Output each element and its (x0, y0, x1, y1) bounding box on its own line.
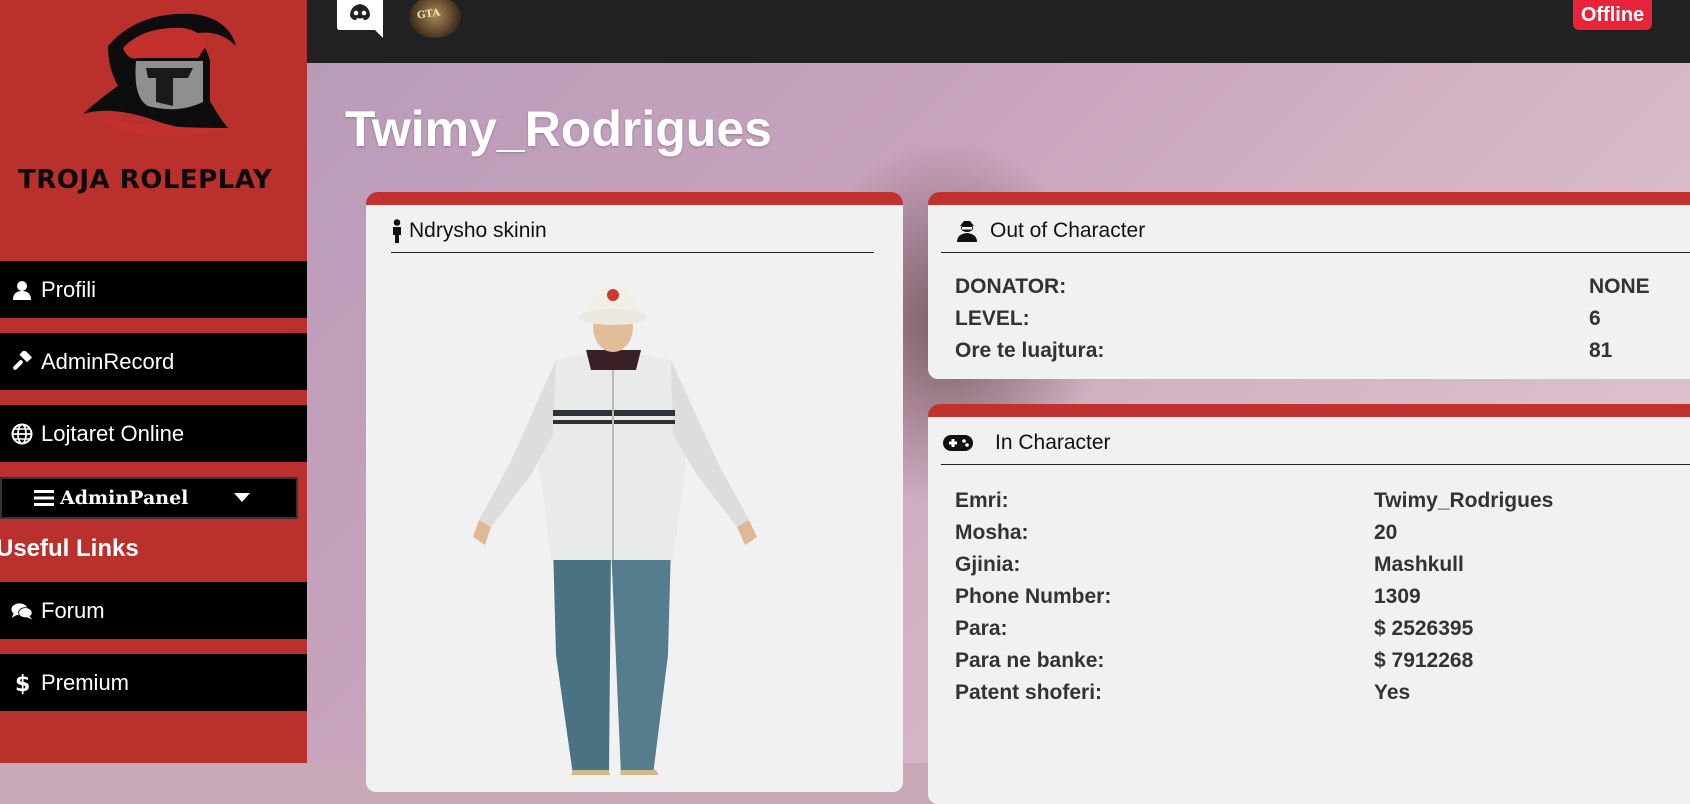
nav-item-label: Forum (41, 597, 105, 623)
admin-panel-dropdown[interactable]: AdminPanel (0, 477, 298, 519)
ic-labels: Emri: Mosha: Gjinia: Phone Number: Para:… (955, 485, 1111, 709)
age-value: 20 (1374, 521, 1398, 544)
gta-icon-text: GTA (416, 7, 441, 22)
bank-money-value: $ 7912268 (1374, 649, 1474, 672)
discord-icon[interactable] (337, 0, 383, 38)
age-label: Mosha: (955, 521, 1029, 544)
phone-label: Phone Number: (955, 585, 1112, 608)
hours-played-value: 81 (1589, 339, 1613, 362)
driver-license-value: Yes (1374, 681, 1411, 704)
comments-icon (11, 600, 33, 622)
spartan-helmet-logo (83, 13, 236, 136)
person-icon (391, 218, 403, 243)
donator-value: NONE (1589, 275, 1650, 298)
svg-text:$: $ (15, 672, 30, 695)
nav-item-label: AdminRecord (41, 348, 175, 374)
driver-license-label: Patent shoferi: (955, 681, 1103, 704)
ic-card: In Character Emri: Mosha: Gjinia: Phone … (928, 404, 1690, 804)
gamepad-icon (943, 434, 973, 452)
status-badge: Offline (1573, 0, 1652, 30)
bars-icon (34, 489, 54, 507)
ooc-card-header: Out of Character (941, 209, 1690, 253)
player-skin-image (473, 286, 757, 775)
gender-label: Gjinia: (955, 553, 1021, 576)
ic-card-title: In Character (995, 430, 1111, 454)
dollar-icon: $ (11, 672, 33, 695)
nav-item-label: Premium (41, 669, 130, 695)
nav-item-label: Lojtaret Online (41, 420, 185, 446)
level-value: 6 (1589, 307, 1601, 330)
phone-value: 1309 (1374, 585, 1421, 608)
level-label: LEVEL: (955, 307, 1030, 330)
globe-icon (11, 423, 33, 445)
topbar: GTA (307, 0, 1690, 63)
page-title: Twimy_Rodrigues (345, 101, 772, 157)
nav-item-adminrecord[interactable]: AdminRecord (0, 333, 307, 390)
nav-item-lojtaret-online[interactable]: Lojtaret Online (0, 405, 307, 462)
brand-name: TROJA ROLEPLAY (18, 165, 273, 195)
ooc-card-title: Out of Character (990, 218, 1146, 242)
sidebar: TROJA ROLEPLAY Profili AdminRecord Lojta… (0, 0, 307, 763)
useful-links-heading: Useful Links (0, 535, 139, 562)
skin-card-title: Ndrysho skinin (409, 218, 547, 242)
nav-item-forum[interactable]: Forum (0, 582, 307, 639)
user-icon (11, 279, 33, 301)
ooc-values: NONE 6 81 (1589, 271, 1650, 367)
gender-value: Mashkull (1374, 553, 1464, 576)
gavel-icon (11, 350, 33, 373)
hours-played-label: Ore te luajtura: (955, 339, 1105, 362)
admin-panel-label: AdminPanel (60, 487, 189, 509)
chevron-down-icon (234, 493, 250, 502)
money-value: $ 2526395 (1374, 617, 1474, 640)
nav-item-profili[interactable]: Profili (0, 261, 307, 318)
bank-money-label: Para ne banke: (955, 649, 1105, 672)
name-value: Twimy_Rodrigues (1374, 489, 1554, 512)
ic-card-header: In Character (941, 421, 1690, 465)
name-label: Emri: (955, 489, 1009, 512)
gta-san-andreas-icon[interactable]: GTA (409, 0, 461, 38)
ic-values: Twimy_Rodrigues 20 Mashkull 1309 $ 25263… (1374, 485, 1553, 709)
donator-label: DONATOR: (955, 275, 1067, 298)
nav-item-premium[interactable]: $ Premium (0, 654, 307, 711)
skin-card: Ndrysho skinin (366, 192, 903, 792)
ooc-labels: DONATOR: LEVEL: Ore te luajtura: (955, 271, 1104, 367)
user-secret-icon (956, 220, 978, 242)
skin-card-header[interactable]: Ndrysho skinin (391, 209, 874, 253)
money-label: Para: (955, 617, 1008, 640)
ooc-card: Out of Character DONATOR: LEVEL: Ore te … (928, 192, 1690, 379)
nav-item-label: Profili (41, 276, 97, 302)
